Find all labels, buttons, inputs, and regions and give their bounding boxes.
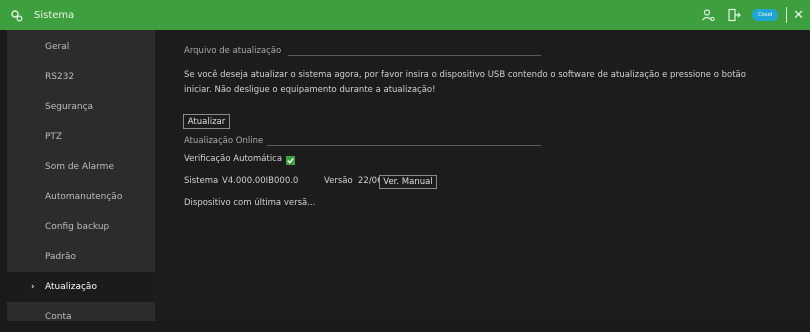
cloud-button[interactable]: Cloud: [752, 9, 779, 21]
sidebar-item-label: Geral: [45, 42, 70, 52]
sidebar-item-atualizacao[interactable]: › Atualização: [7, 272, 155, 302]
sidebar-item-label: Som de Alarme: [45, 162, 114, 172]
version-label: Versão: [324, 176, 353, 186]
sidebar-item-label: Segurança: [45, 102, 94, 112]
sidebar-item-ptz[interactable]: PTZ: [7, 122, 155, 152]
close-icon[interactable]: ✕: [793, 9, 804, 22]
chevron-right-icon: ›: [31, 282, 35, 292]
sidebar-item-rs232[interactable]: RS232: [7, 62, 155, 92]
system-label: Sistema: [184, 176, 219, 186]
online-update-section-title: Atualização Online: [184, 136, 264, 146]
sidebar-item-geral[interactable]: Geral: [7, 32, 155, 62]
sidebar-item-label: PTZ: [45, 132, 63, 142]
sidebar-item-label: Padrão: [45, 252, 76, 262]
update-file-section-title: Arquivo de atualização: [184, 46, 282, 56]
sidebar-item-label: Config backup: [45, 222, 110, 232]
section-divider: [267, 145, 541, 146]
update-button[interactable]: Atualizar: [183, 114, 230, 129]
gear-icon: [10, 8, 24, 22]
sidebar-item-config-backup[interactable]: Config backup: [7, 212, 155, 242]
logout-icon[interactable]: [726, 7, 742, 23]
sidebar-item-som-de-alarme[interactable]: Som de Alarme: [7, 152, 155, 182]
manual-update-button[interactable]: Ver. Manual: [379, 175, 437, 189]
sidebar-item-label: Automanutenção: [45, 192, 123, 202]
update-description-line2: iniciar. Não desligue o equipamento dura…: [184, 85, 436, 95]
system-version-value: V4.000.00IB000.0: [222, 176, 299, 186]
sidebar-item-conta[interactable]: Conta: [7, 302, 155, 332]
auto-check-checkbox[interactable]: [286, 156, 295, 165]
sidebar: Geral RS232 Segurança PTZ Som de Alarme …: [7, 30, 155, 322]
sidebar-item-seguranca[interactable]: Segurança: [7, 92, 155, 122]
update-description-line1: Se você deseja atualizar o sistema agora…: [184, 70, 746, 80]
sidebar-item-padrao[interactable]: Padrão: [7, 242, 155, 272]
section-divider: [288, 55, 541, 56]
sidebar-item-automanutencao[interactable]: Automanutenção: [7, 182, 155, 212]
auto-check-label: Verificação Automática: [184, 154, 283, 164]
sidebar-item-label: Atualização: [45, 282, 97, 292]
window-title: Sistema: [34, 9, 75, 21]
user-icon[interactable]: [700, 7, 716, 23]
titlebar-divider: [786, 7, 788, 23]
main-panel: Arquivo de atualização Se você deseja at…: [155, 30, 810, 321]
sidebar-item-label: RS232: [45, 72, 75, 82]
title-bar: Sistema Cloud ✕: [0, 0, 810, 30]
device-status-text: Dispositivo com última versã...: [184, 198, 316, 208]
checkmark-icon: [287, 157, 294, 164]
